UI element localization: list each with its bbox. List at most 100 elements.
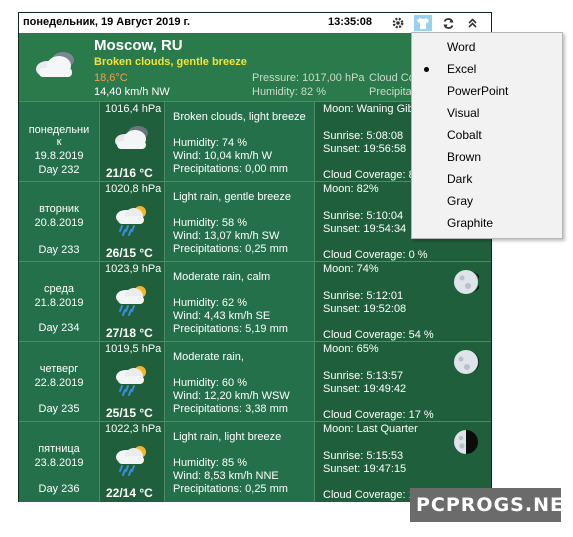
gear-icon[interactable]: [389, 15, 407, 31]
forecast-day-name: пятница: [38, 443, 80, 455]
forecast-pressure: 1016,4 hPa: [105, 103, 162, 115]
theme-menu-item-visual[interactable]: Visual: [412, 102, 562, 124]
refresh-icon[interactable]: [439, 15, 457, 31]
theme-menu-item-powerpoint[interactable]: PowerPoint: [412, 80, 562, 102]
title-bar: понедельник, 19 Август 2019 г. 13:35:08: [19, 13, 491, 33]
theme-menu-item-graphite[interactable]: Graphite: [412, 212, 562, 234]
forecast-humidity: Humidity: 74 %: [173, 137, 247, 149]
rain-sun-icon: [112, 284, 152, 319]
forecast-icon-cell: 1023,9 hPa 27/18 °C: [100, 262, 165, 342]
forecast-humidity: Humidity: 60 %: [173, 377, 247, 389]
forecast-moon: Moon: 74%: [323, 263, 379, 275]
forecast-pressure: 1020,8 hPa: [105, 183, 162, 195]
forecast-day-number: Day 236: [38, 483, 80, 495]
theme-menu-item-dark[interactable]: Dark: [412, 168, 562, 190]
moon-gibbous-icon: [453, 269, 482, 298]
forecast-precipitation: Precipitations: 0,25 mm: [173, 243, 288, 255]
theme-menu-item-label: Visual: [447, 106, 480, 120]
forecast-day-name: четверг: [39, 363, 79, 375]
current-precipitation: Precipita: [369, 86, 412, 98]
forecast-wind: Wind: 13,07 km/h SW: [173, 230, 280, 242]
forecast-temperature: 25/15 °C: [106, 406, 153, 420]
forecast-date: 22.8.2019: [34, 377, 84, 389]
forecast-temperature: 21/16 °C: [106, 166, 153, 180]
forecast-icon-cell: 1022,3 hPa 22/14 °C: [100, 422, 165, 502]
theme-menu-item-cobalt[interactable]: Cobalt: [412, 124, 562, 146]
theme-menu-item-label: Graphite: [447, 216, 494, 230]
forecast-details-cell: Light rain, gentle breeze Humidity: 58 %…: [165, 182, 315, 262]
rain-sun-icon: [112, 444, 152, 479]
forecast-day-name: вторник: [39, 203, 79, 215]
forecast-conditions: Broken clouds, light breeze: [173, 111, 306, 123]
theme-menu-item-word[interactable]: Word: [412, 36, 562, 58]
forecast-humidity: Humidity: 85 %: [173, 457, 247, 469]
forecast-sunrise: Sunrise: 5:08:08: [323, 130, 404, 142]
rain-sun-icon: [112, 364, 152, 399]
watermark: PCPROGS.NET: [410, 488, 573, 522]
collapse-icon[interactable]: [463, 15, 481, 31]
selected-radio-dot-icon: [424, 67, 429, 72]
shirt-icon[interactable]: [414, 15, 432, 31]
forecast-day-name-cont: к: [56, 136, 62, 148]
city-name: Moscow, RU: [94, 37, 183, 54]
forecast-moon: Moon: 65%: [323, 343, 379, 355]
forecast-sunrise: Sunrise: 5:15:53: [323, 450, 404, 462]
forecast-cloud-coverage: Cloud Coverage: 54 %: [323, 329, 434, 341]
forecast-icon-cell: 1020,8 hPa 26/15 °C: [100, 182, 165, 262]
forecast-day-cell: понедельни к 19.8.2019 Day 232: [19, 102, 100, 182]
current-pressure: Pressure: 1017,00 hPa: [252, 72, 365, 84]
forecast-details-cell: Moderate rain, Humidity: 60 % Wind: 12,2…: [165, 342, 315, 422]
forecast-precipitation: Precipitations: 3,38 mm: [173, 403, 288, 415]
forecast-moon: Moon: Waning Gib: [323, 103, 414, 115]
forecast-sunrise: Sunrise: 5:13:57: [323, 370, 404, 382]
forecast-pressure: 1023,9 hPa: [105, 263, 162, 275]
forecast-sunrise: Sunrise: 5:10:04: [323, 210, 404, 222]
current-wind: 14,40 km/h NW: [94, 86, 170, 98]
forecast-row: четверг 22.8.2019 Day 235 1019,5 hPa 25/…: [19, 341, 491, 422]
watermark-text: PCPROGS.NET: [416, 494, 573, 516]
forecast-date: 21.8.2019: [34, 297, 84, 309]
forecast-day-cell: вторник 20.8.2019 Day 233: [19, 182, 100, 262]
forecast-wind: Wind: 4,43 km/h SE: [173, 310, 271, 322]
forecast-icon-cell: 1016,4 hPa 21/16 °C: [100, 102, 165, 182]
forecast-temperature: 27/18 °C: [106, 326, 153, 340]
forecast-sunset: Sunset: 19:47:15: [323, 463, 407, 475]
moon-last-quarter-icon: [453, 429, 479, 458]
rain-sun-icon: [112, 204, 152, 239]
forecast-day-number: Day 235: [38, 403, 80, 415]
current-cloud-coverage: Cloud Co: [369, 72, 415, 84]
forecast-details-cell: Light rain, light breeze Humidity: 85 % …: [165, 422, 315, 502]
forecast-date: 20.8.2019: [34, 217, 84, 229]
forecast-details-cell: Moderate rain, calm Humidity: 62 % Wind:…: [165, 262, 315, 342]
forecast-temperature: 26/15 °C: [106, 246, 153, 260]
forecast-icon-cell: 1019,5 hPa 25/15 °C: [100, 342, 165, 422]
forecast-sunset: Sunset: 19:56:58: [323, 143, 407, 155]
forecast-sunset: Sunset: 19:52:08: [323, 303, 407, 315]
forecast-day-cell: среда 21.8.2019 Day 234: [19, 262, 100, 342]
forecast-pressure: 1019,5 hPa: [105, 343, 162, 355]
forecast-conditions: Light rain, gentle breeze: [173, 191, 292, 203]
theme-menu-item-label: Excel: [447, 62, 477, 76]
forecast-cloud-coverage: Cloud Coverage: 0 %: [323, 249, 428, 261]
forecast-details-cell: Broken clouds, light breeze Humidity: 74…: [165, 102, 315, 182]
current-humidity: Humidity: 82 %: [252, 86, 326, 98]
forecast-astro-cell: Moon: 74% Sunrise: 5:12:01 Sunset: 19:52…: [315, 262, 491, 342]
current-description: Broken clouds, gentle breeze: [94, 56, 247, 68]
theme-menu-item-excel[interactable]: Excel: [412, 58, 562, 80]
forecast-moon: Moon: Last Quarter: [323, 423, 418, 435]
forecast-day-name: среда: [43, 283, 75, 295]
theme-menu-item-brown[interactable]: Brown: [412, 146, 562, 168]
forecast-sunrise: Sunrise: 5:12:01: [323, 290, 404, 302]
forecast-astro-cell: Moon: 65% Sunrise: 5:13:57 Sunset: 19:49…: [315, 342, 491, 422]
partly-cloudy-icon: [33, 49, 79, 82]
forecast-day-number: Day 233: [38, 244, 80, 256]
theme-menu-item-label: Cobalt: [447, 128, 482, 142]
forecast-date: 19.8.2019: [34, 150, 84, 162]
theme-menu-item-gray[interactable]: Gray: [412, 190, 562, 212]
forecast-conditions: Moderate rain,: [173, 351, 244, 363]
forecast-sunset: Sunset: 19:54:34: [323, 223, 407, 235]
theme-menu: Word Excel PowerPoint Visual Cobalt Brow…: [411, 32, 563, 239]
forecast-day-number: Day 234: [38, 322, 80, 334]
forecast-precipitation: Precipitations: 0,00 mm: [173, 163, 288, 175]
current-time: 13:35:08: [328, 16, 373, 28]
